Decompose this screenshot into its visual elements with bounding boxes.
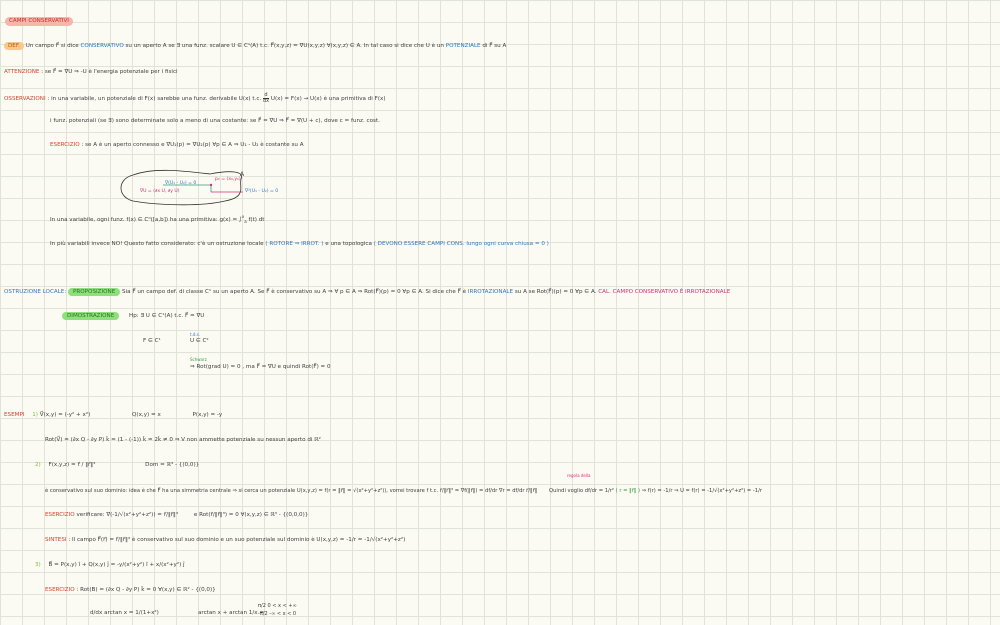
local-obstruction-tag: OSTRUZIONE LOCALE:: [4, 289, 67, 295]
chain-rule-note: regola della: [567, 473, 591, 478]
def-text-c: su un aperto A se ∃ una funz. scalare U …: [125, 43, 444, 49]
exercise-tag-1: ESERCIZIO: [50, 142, 80, 148]
arctan-identity: arctan x + arctan 1/x =: [198, 610, 265, 616]
proof-step-2-over: Schwarz: [190, 357, 207, 362]
integral-lower: a: [244, 218, 247, 224]
exercise-text-1: : se A è un aperto connesso e ∇U₁(p) = ∇…: [81, 142, 304, 148]
example-2-line: 2) F(x,y,z) = r⃗ / ‖r⃗‖³ Dom = ℝ³ - {(0,…: [35, 462, 199, 469]
def-conservativo: CONSERVATIVO: [80, 43, 124, 49]
exercise-2-text-b: e Rot(r⃗/‖r⃗‖³) = 0 ∀(x,y,z) ∈ ℝ³ - {(0,…: [193, 512, 309, 518]
example-3-field: B⃗ = P(x,y) î + Q(x,y) ĵ = -y/(x²+y²) …: [48, 562, 185, 568]
exercise-2-text-a: verificare: ∇(-1/√(x²+y²+z²)) = r⃗/‖r⃗‖³: [76, 512, 179, 518]
multi-text-a: In più variabili invece NO! Questo fatto…: [50, 241, 264, 247]
primitive-line: In una variabile, ogni funz. f(x) ∈ C⁰([…: [50, 214, 265, 225]
point-p0: [209, 183, 213, 187]
exercise-tag-2: ESERCIZIO: [45, 512, 75, 518]
example-2-domain: Dom = ℝ³ - {(0,0)}: [145, 462, 200, 468]
examples-tag: ESEMPI: [4, 412, 25, 418]
proof-step-1: F ∈ C¹: [143, 338, 161, 344]
exercise-line-1: ESERCIZIO : se A è un aperto connesso e …: [50, 142, 304, 149]
proposition-text-a: Sia F⃗ un campo def. di classe C¹ su un …: [122, 289, 467, 295]
observations-tag: OSSERVAZIONI: [4, 96, 46, 102]
figure-text-3: p₀ = (x₀,y₀): [215, 177, 241, 182]
def-text-a: Un campo F⃗ si dice: [25, 43, 79, 49]
example-1-rotor: Rot(V⃗) = (∂x Q - ∂y P) k̂ = (1 - (-1)) …: [45, 437, 321, 443]
exercise-line-3: ESERCIZIO : Rot(B) = (∂x Q - ∂y P) k̂ = …: [45, 587, 216, 594]
synthesis-line: SINTESI : Il campo F⃗(r⃗) = r⃗/‖r⃗‖³ è c…: [45, 537, 405, 544]
proposition-text-c: su A se Rot(F⃗)(p) = 0 ∀p ∈ A.: [514, 289, 597, 295]
primitive-text-a: In una variabile, ogni funz. f(x) ∈ C⁰([…: [50, 216, 242, 223]
def-tag: DEF.: [4, 42, 24, 50]
proposition-note: CAL. CAMPO CONSERVATIVO È IRROTAZIONALE: [598, 289, 731, 295]
examples-line-1: ESEMPI 1) V⃗(x,y) = (-y² + x²) Q(x,y) = …: [4, 412, 222, 419]
page-title: CAMPI CONSERVATIVI: [5, 17, 73, 26]
example-2-field: F(x,y,z) = r⃗ / ‖r⃗‖³: [48, 462, 96, 468]
observations-text-a: : in una variabile, un potenziale di F(x…: [47, 96, 262, 102]
primitive-text-b: f(t) dt: [248, 216, 265, 223]
multi-text-c: e una topologica: [325, 241, 372, 247]
figure-text-1: ∇(U₁ - U₂) = 0: [165, 181, 197, 186]
multi-variable-line: In più variabili invece NO! Questo fatto…: [50, 241, 549, 248]
figure-text-4: ∇²(U₁ - U₂) = 0: [245, 189, 279, 194]
proof-line: DIMOSTRAZIONE Hp: ∃ U ∈ C¹(A) t.c. F⃗ = …: [62, 312, 205, 320]
example-2-text-c: Quindi voglio df/dr = 1/r²: [549, 488, 614, 494]
attention-tag: ATTENZIONE: [4, 69, 40, 75]
proof-step-1-result: U ∈ C²: [190, 338, 209, 344]
exercise-tag-3: ESERCIZIO: [45, 587, 75, 593]
arctan-cases: π/2 0 < x < +∞ -π/2 -∞ < x < 0: [258, 603, 297, 618]
connected-set-figure: [120, 169, 243, 206]
example-2-conservative-line: è conservativo sul suo dominio: idea è c…: [45, 488, 762, 494]
proof-badge: DIMOSTRAZIONE: [62, 312, 120, 320]
arctan-derivative: d/dx arctan x = 1/(1+x²): [90, 610, 159, 616]
example-3-line: 3) B⃗ = P(x,y) î + Q(x,y) ĵ = -y/(x²+y…: [35, 562, 185, 569]
example-number-3: 3): [35, 562, 41, 568]
example-number-2: 2): [35, 462, 41, 468]
def-text-e: di F⃗ su A: [482, 43, 507, 49]
proof-step-2: ⇒ Rot(grad U) = 0 , ma F⃗ = ∇U e quindi …: [190, 364, 331, 370]
example-2-text-e: ⇒ f(r) = -1/r ⇒ U = f(r) = -1/√(x²+y²+z²…: [641, 488, 762, 494]
irrotational-term: IRROTAZIONALE: [467, 289, 514, 295]
multi-text-b: ( ROTORE ⇒ IRROT. ): [265, 241, 324, 247]
potential-constant-line: i funz. potenziali (se ∃) sono determina…: [50, 118, 380, 124]
synthesis-tag: SINTESI: [45, 537, 67, 543]
proposition-badge: PROPOSIZIONE: [68, 288, 121, 296]
attention-text: : se F⃗ = ∇U ⇒ -U è l'energia potenziale…: [41, 69, 178, 75]
local-obstruction-line: OSTRUZIONE LOCALE: PROPOSIZIONE Sia F⃗ u…: [4, 288, 731, 296]
example-1-field: V⃗(x,y) = (-y² + x²): [39, 412, 91, 418]
exercise-3-text: : Rot(B) = (∂x Q - ∂y P) k̂ = 0 ∀(x,y) ∈…: [76, 587, 216, 593]
set-outline: [120, 169, 243, 206]
attention-line: ATTENZIONE : se F⃗ = ∇U ⇒ -U è l'energia…: [4, 69, 178, 76]
example-1-P: P(x,y) = -y: [192, 412, 223, 418]
arctan-case-1: π/2 0 < x < +∞: [258, 603, 297, 609]
figure-text-2: ∇U = (∂x U, ∂y U): [140, 189, 180, 194]
synthesis-text: : Il campo F⃗(r⃗) = r⃗/‖r⃗‖³ è conservat…: [68, 537, 406, 543]
arctan-case-2: -π/2 -∞ < x < 0: [258, 610, 297, 617]
example-2-text-a: è conservativo sul suo dominio: idea è c…: [45, 488, 538, 494]
example-2-text-d: ( r = ‖r⃗‖ ): [615, 488, 641, 494]
exercise-line-2: ESERCIZIO verificare: ∇(-1/√(x²+y²+z²)) …: [45, 512, 308, 519]
example-number-1: 1): [32, 412, 38, 418]
observations-text-b: U(x) = F(x) → U(x) è una primitiva di F(…: [270, 96, 386, 102]
proof-hypothesis: Hp: ∃ U ∈ C¹(A) t.c. F⃗ = ∇U: [129, 313, 205, 319]
definition-line: DEF. Un campo F⃗ si dice CONSERVATIVO su…: [4, 42, 507, 50]
observations-line: OSSERVAZIONI : in una variabile, un pote…: [4, 93, 386, 104]
example-1-Q: Q(x,y) = x: [132, 412, 161, 418]
def-potenziale: POTENZIALE: [445, 43, 481, 49]
fraction-d-dx: d dx: [262, 92, 270, 104]
multi-text-d: ( DEVONO ESSERE CAMPI CONS. lungo ogni c…: [373, 241, 549, 247]
